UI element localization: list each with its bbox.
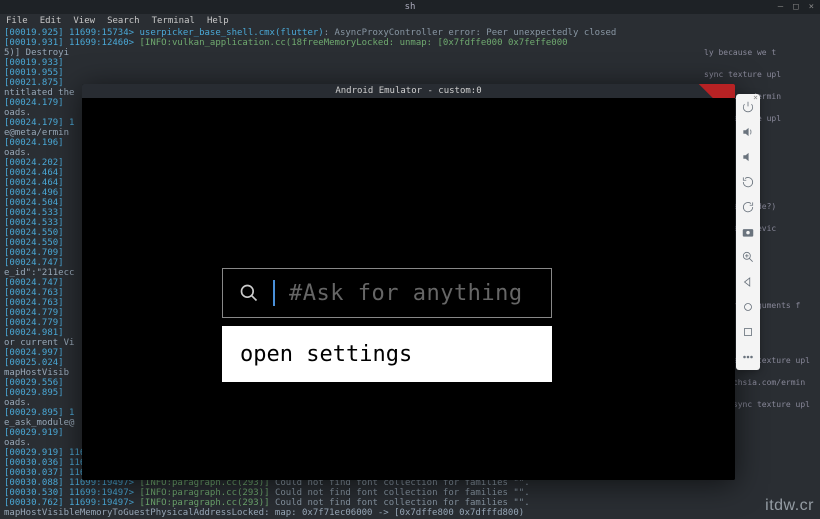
ask-box[interactable]: #Ask for anything <box>222 268 552 318</box>
search-placeholder: #Ask for anything <box>289 281 523 306</box>
watermark: itdw.cr <box>765 497 814 515</box>
power-icon[interactable] <box>741 100 755 114</box>
emulator-screen[interactable]: #Ask for anything open settings <box>82 98 735 480</box>
terminal-fragment-line <box>704 58 816 69</box>
terminal-line: [00019.955] <box>4 68 816 78</box>
terminal-line: [00019.933] <box>4 58 816 68</box>
home-icon[interactable] <box>741 300 755 314</box>
camera-icon[interactable] <box>741 225 755 239</box>
toolbar-close-icon[interactable]: × <box>753 93 758 102</box>
suggestion-label: open settings <box>240 342 412 367</box>
emulator-title: Android Emulator - custom:0 <box>82 84 735 98</box>
menu-view[interactable]: View <box>73 14 95 28</box>
menu-edit[interactable]: Edit <box>40 14 62 28</box>
more-icon[interactable] <box>741 350 755 364</box>
terminal-fragment-line: sync texture upl <box>704 69 816 80</box>
menu-file[interactable]: File <box>6 14 28 28</box>
overview-icon[interactable] <box>741 325 755 339</box>
menu-help[interactable]: Help <box>207 14 229 28</box>
text-cursor <box>273 280 275 306</box>
back-icon[interactable] <box>741 275 755 289</box>
window-title-bar: sh — □ × <box>0 0 820 14</box>
menu-bar: File Edit View Search Terminal Help <box>0 14 820 28</box>
close-button[interactable]: × <box>809 0 814 14</box>
zoom-icon[interactable] <box>741 250 755 264</box>
terminal-line: mapHostVisibleMemoryToGuestPhysicalAddre… <box>4 508 816 518</box>
terminal-line: [00019.925] 11699:15734> userpicker_base… <box>4 28 816 38</box>
suggestion-open-settings[interactable]: open settings <box>222 326 552 382</box>
minimize-button[interactable]: — <box>778 0 783 14</box>
window-controls: — □ × <box>778 0 814 14</box>
terminal-line: [00030.530] 11699:19497> [INFO:paragraph… <box>4 488 816 498</box>
emulator-window: Android Emulator - custom:0 #Ask for any… <box>82 84 735 480</box>
terminal-fragment-line <box>704 36 816 47</box>
maximize-button[interactable]: □ <box>793 0 798 14</box>
terminal-line: [00019.931] 11699:12460> [INFO:vulkan_ap… <box>4 38 816 48</box>
volume-up-icon[interactable] <box>741 125 755 139</box>
terminal-line: 5)] Destroyi <box>4 48 816 58</box>
menu-terminal[interactable]: Terminal <box>152 14 195 28</box>
rotate-right-icon[interactable] <box>741 200 755 214</box>
window-title: sh <box>405 2 416 12</box>
rotate-left-icon[interactable] <box>741 175 755 189</box>
search-icon <box>239 283 259 303</box>
menu-search[interactable]: Search <box>107 14 140 28</box>
volume-down-icon[interactable] <box>741 150 755 164</box>
terminal-line: [00030.762] 11699:19497> [INFO:paragraph… <box>4 498 816 508</box>
terminal-fragment-line: ly because we t <box>704 47 816 58</box>
emulator-toolbar: × <box>736 94 760 370</box>
